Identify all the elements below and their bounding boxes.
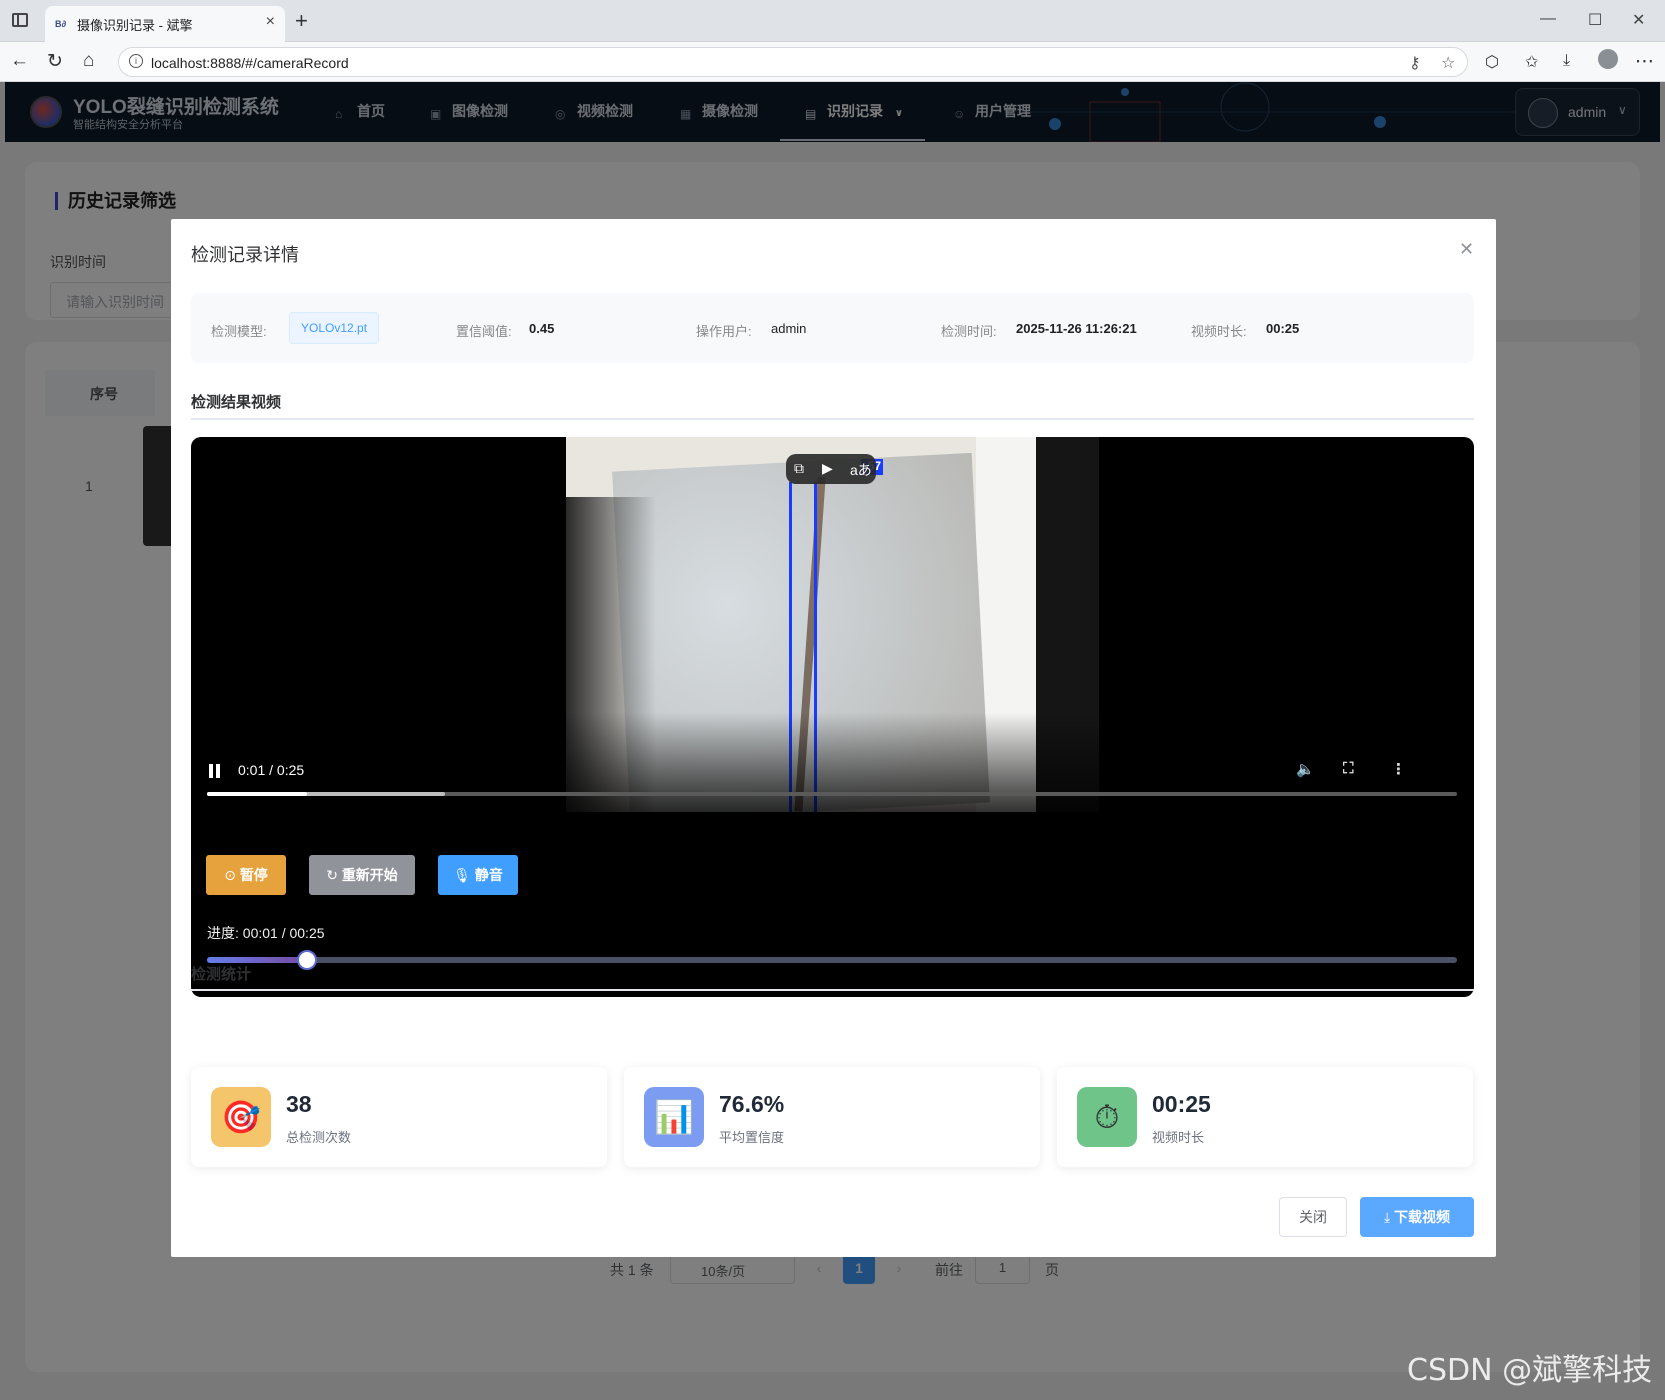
browser-tab[interactable]: B∂ 摄像识别记录 - 斌擎 × bbox=[45, 6, 285, 42]
microphone-icon: 🎙 bbox=[453, 867, 471, 883]
model-tag: YOLOv12.pt bbox=[289, 312, 380, 344]
operator-label: 操作用户: bbox=[696, 324, 752, 339]
stat-label: 视频时长 bbox=[1152, 1130, 1205, 1145]
favicon-icon: B∂ bbox=[55, 19, 66, 29]
url-text: localhost:8888/#/cameraRecord bbox=[151, 55, 349, 71]
tab-close-icon[interactable]: × bbox=[266, 13, 275, 31]
favorites-icon[interactable]: ✩ bbox=[1525, 52, 1538, 72]
minimize-icon[interactable]: — bbox=[1540, 10, 1556, 28]
detect-time-value: 2025-11-26 11:26:21 bbox=[1016, 321, 1137, 336]
stat-card-detections: 🎯 38 总检测次数 bbox=[191, 1067, 607, 1167]
info-bar: 检测模型: YOLOv12.pt 置信阈值: 0.45 操作用户: admin … bbox=[191, 293, 1474, 363]
pause-icon[interactable] bbox=[209, 764, 221, 778]
slider-thumb[interactable] bbox=[297, 950, 317, 970]
operator-value: admin bbox=[771, 321, 807, 336]
close-icon[interactable]: ✕ bbox=[1459, 239, 1474, 260]
video-player: 57 ⧉ ▶ aあ 0:01 / 0:25 🔈 ⛶ ⋮ ⊙ 暂停 ↻ 重新开始 … bbox=[191, 437, 1474, 997]
confidence-value: 0.45 bbox=[529, 321, 555, 336]
favorite-star-icon[interactable]: ☆ bbox=[1441, 53, 1455, 73]
detect-time-label: 检测时间: bbox=[941, 324, 997, 339]
controls-gradient bbox=[566, 712, 1099, 812]
mute-button[interactable]: 🎙 静音 bbox=[438, 855, 518, 895]
video-enhance-icon[interactable]: ▶ bbox=[822, 460, 833, 477]
stat-value: 38 bbox=[286, 1091, 312, 1117]
site-info-icon[interactable]: i bbox=[129, 54, 143, 68]
stat-value: 00:25 bbox=[1152, 1091, 1211, 1117]
extensions-icon[interactable]: ⬡ bbox=[1485, 52, 1499, 72]
more-options-icon[interactable]: ⋮ bbox=[1391, 760, 1406, 778]
fullscreen-icon[interactable]: ⛶ bbox=[1343, 760, 1354, 777]
progress-text: 进度: 00:01 / 00:25 bbox=[207, 925, 325, 941]
video-section-title: 检测结果视频 bbox=[191, 394, 282, 411]
translate-icon[interactable]: aあ bbox=[850, 460, 872, 480]
progress-slider[interactable] bbox=[207, 950, 1457, 970]
record-detail-dialog: 检测记录详情 ✕ 检测模型: YOLOv12.pt 置信阈值: 0.45 操作用… bbox=[171, 219, 1496, 1257]
video-overlay-toolbar: ⧉ ▶ aあ bbox=[786, 454, 876, 484]
refresh-icon: ↻ bbox=[326, 867, 338, 883]
download-icon[interactable]: ⤓ bbox=[1563, 52, 1570, 70]
duration-value: 00:25 bbox=[1266, 321, 1300, 336]
close-button[interactable]: 关闭 bbox=[1279, 1197, 1347, 1237]
restart-button[interactable]: ↻ 重新开始 bbox=[309, 855, 415, 895]
pip-icon[interactable]: ⧉ bbox=[794, 460, 804, 477]
model-label: 检测模型: bbox=[211, 324, 267, 339]
window-menu-icon[interactable] bbox=[12, 13, 28, 27]
back-icon[interactable]: ← bbox=[10, 50, 29, 72]
tab-title: 摄像识别记录 - 斌擎 bbox=[77, 18, 193, 33]
stat-card-duration: ⏱ 00:25 视频时长 bbox=[1057, 1067, 1473, 1167]
pause-circle-icon: ⊙ bbox=[224, 867, 236, 883]
browser-tab-bar: B∂ 摄像识别记录 - 斌擎 × + — ☐ ✕ bbox=[0, 0, 1665, 42]
maximize-icon[interactable]: ☐ bbox=[1588, 10, 1602, 30]
bar-chart-icon: 📊 bbox=[644, 1087, 704, 1147]
new-tab-icon[interactable]: + bbox=[295, 8, 308, 34]
section-divider bbox=[191, 989, 1474, 991]
download-icon: ⤓ bbox=[1383, 1209, 1391, 1225]
stat-card-confidence: 📊 76.6% 平均置信度 bbox=[624, 1067, 1040, 1167]
download-video-button[interactable]: ⤓ 下载视频 bbox=[1360, 1197, 1474, 1237]
stat-label: 平均置信度 bbox=[719, 1130, 785, 1145]
address-bar: ← ↻ ⌂ i localhost:8888/#/cameraRecord ⚷ … bbox=[0, 42, 1665, 82]
more-menu-icon[interactable]: ⋯ bbox=[1635, 50, 1654, 73]
target-icon: 🎯 bbox=[211, 1087, 271, 1147]
watermark: CSDN @斌擎科技 bbox=[1407, 1353, 1653, 1388]
profile-icon[interactable] bbox=[1598, 49, 1618, 69]
home-icon[interactable]: ⌂ bbox=[83, 50, 94, 72]
key-icon[interactable]: ⚷ bbox=[1409, 53, 1421, 73]
stat-value: 76.6% bbox=[719, 1091, 785, 1117]
stat-label: 总检测次数 bbox=[286, 1130, 352, 1145]
refresh-icon[interactable]: ↻ bbox=[47, 50, 63, 73]
section-divider bbox=[191, 418, 1474, 420]
confidence-label: 置信阈值: bbox=[456, 324, 512, 339]
video-frame[interactable]: 57 bbox=[566, 437, 1099, 812]
dialog-title: 检测记录详情 bbox=[191, 245, 299, 265]
played-bar bbox=[207, 792, 307, 796]
pause-button[interactable]: ⊙ 暂停 bbox=[206, 855, 286, 895]
window-close-icon[interactable]: ✕ bbox=[1632, 10, 1645, 30]
url-field[interactable]: i localhost:8888/#/cameraRecord ⚷ ☆ bbox=[118, 47, 1468, 77]
volume-icon[interactable]: 🔈 bbox=[1296, 760, 1315, 778]
video-time: 0:01 / 0:25 bbox=[238, 762, 305, 778]
stats-section-title: 检测统计 bbox=[191, 966, 252, 983]
stopwatch-icon: ⏱ bbox=[1077, 1087, 1137, 1147]
duration-label: 视频时长: bbox=[1191, 324, 1247, 339]
video-seek-bar[interactable] bbox=[207, 792, 1457, 796]
